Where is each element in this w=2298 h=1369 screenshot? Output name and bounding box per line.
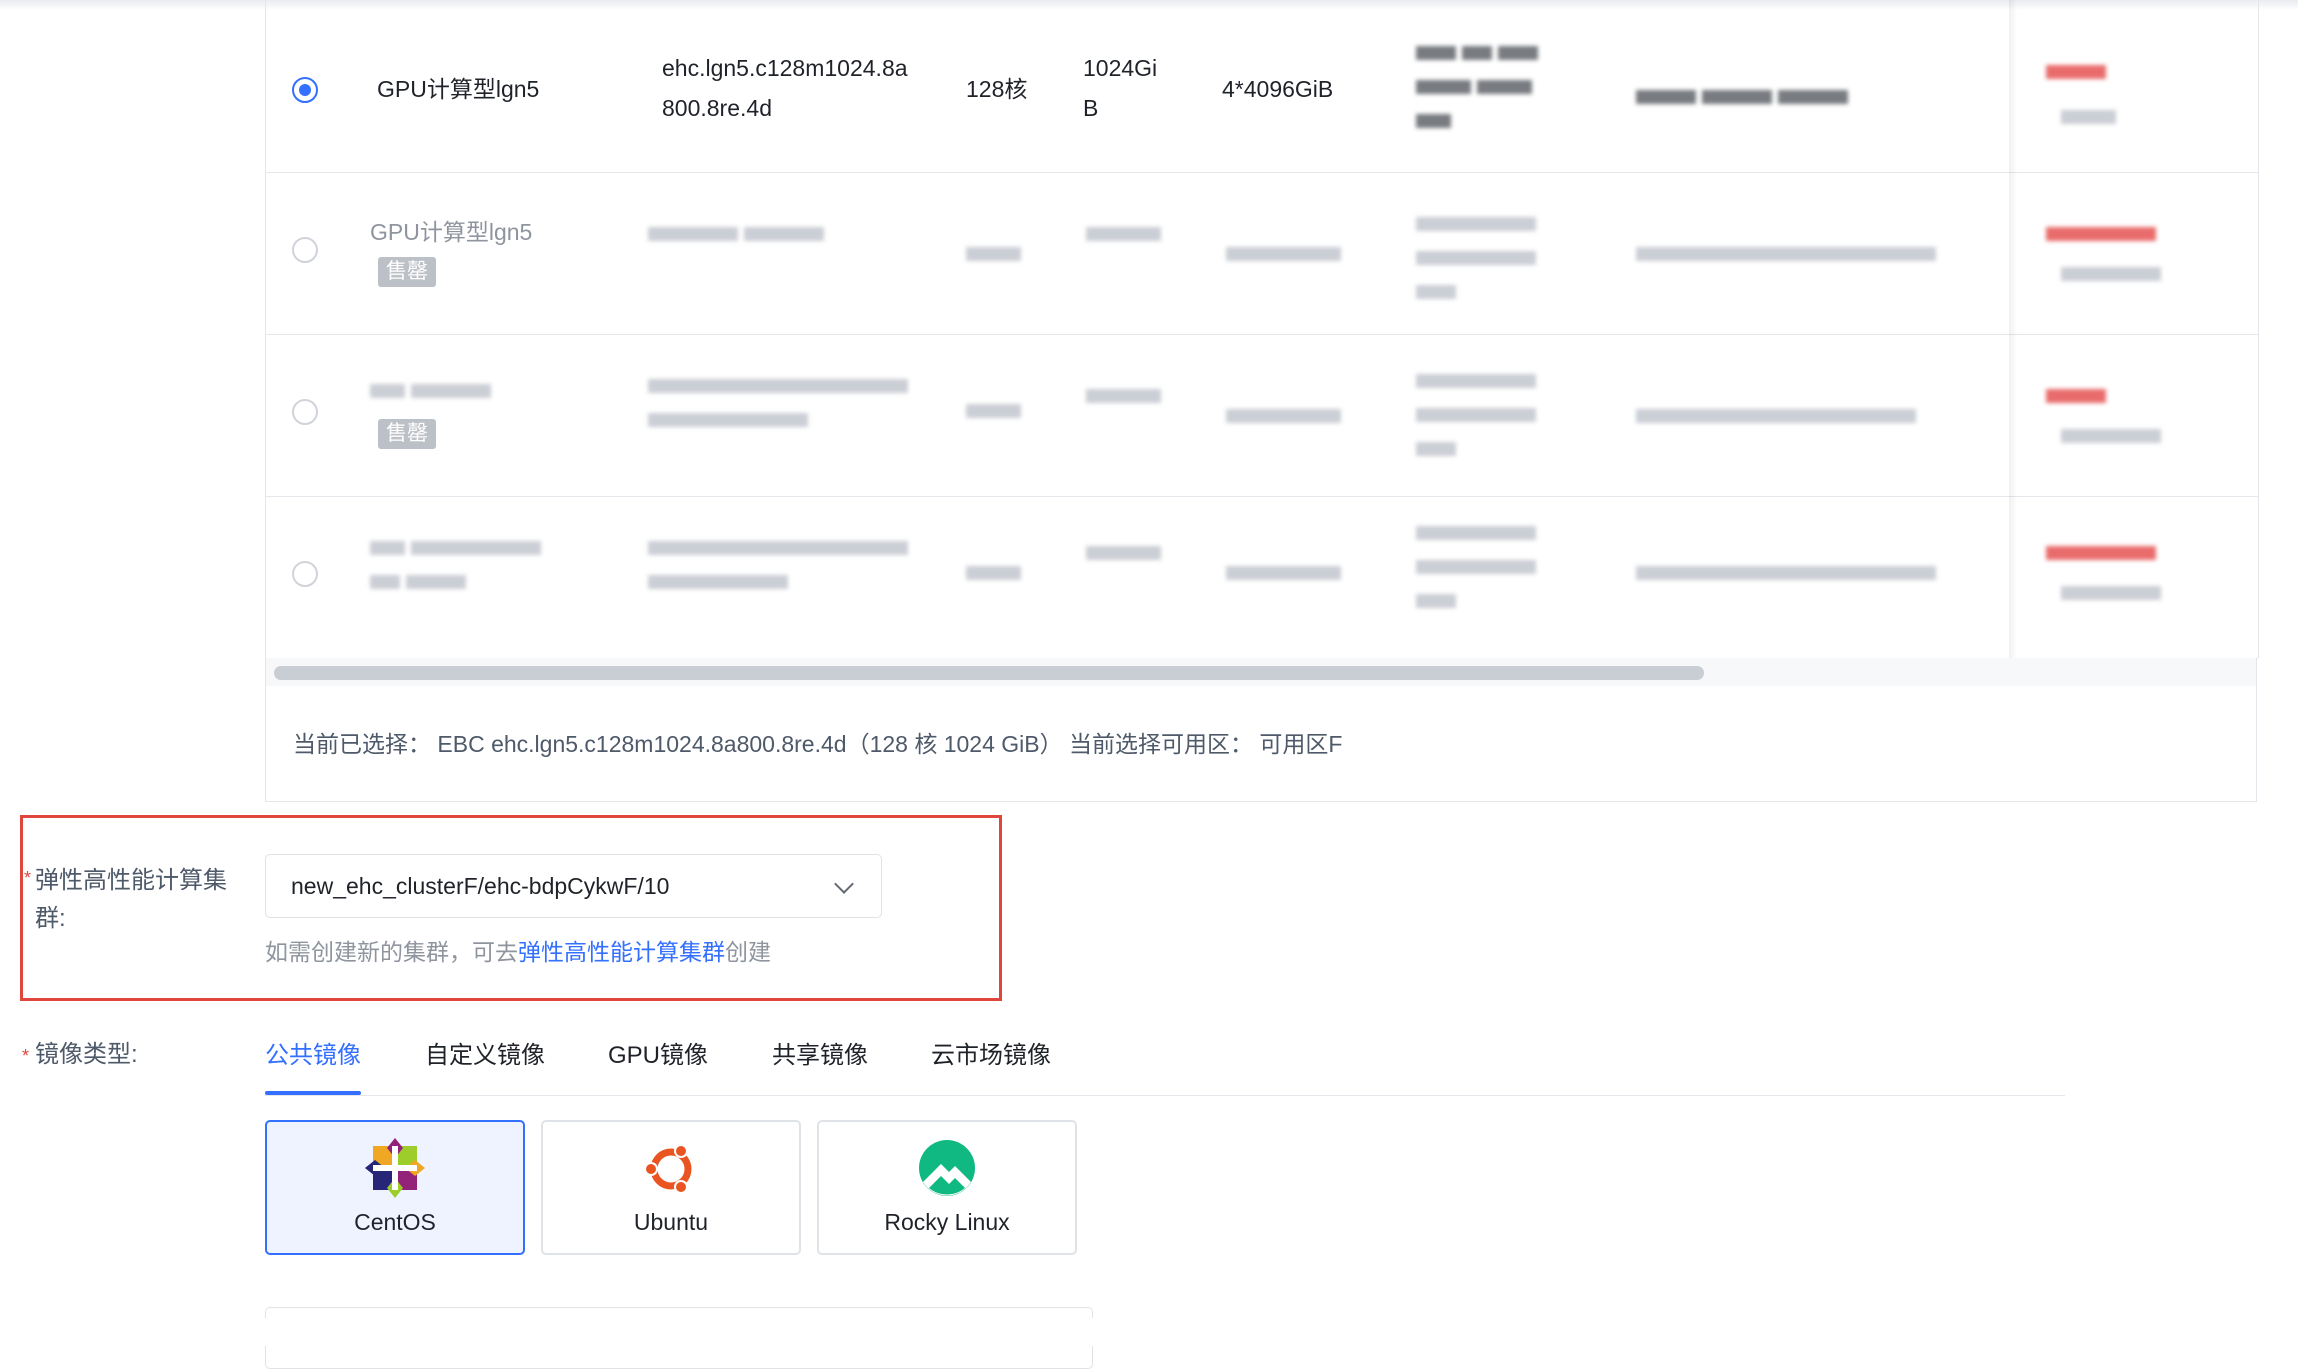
required-mark: * (24, 868, 32, 888)
redacted-text (648, 379, 908, 427)
cluster-select[interactable]: new_ehc_clusterF/ehc-bdpCykwF/10 (265, 854, 882, 918)
redacted-price (2061, 586, 2161, 600)
redacted-text (370, 541, 541, 589)
flavor-memory-line1: 1024Gi (1083, 55, 1158, 81)
flavor-memory: 1024Gi B (1083, 48, 1157, 128)
viewport-bottom-edge (0, 1318, 2298, 1346)
redacted-price (2046, 227, 2156, 241)
redacted-text (1416, 46, 1538, 128)
tab-custom-image[interactable]: 自定义镜像 (425, 1033, 545, 1079)
cluster-label: 弹性高性能计算集 群: (35, 862, 227, 938)
flavor-table-body: GPU计算型lgn5 ehc.lgn5.c128m1024.8a 800.8re… (265, 0, 2259, 659)
redacted-text (966, 247, 1021, 261)
table-row[interactable]: GPU计算型lgn5 售罄 (266, 172, 2258, 335)
redacted-price (2046, 546, 2156, 560)
redacted-text (1226, 566, 1341, 580)
cluster-hint-prefix: 如需创建新的集群，可去 (265, 939, 518, 965)
centos-icon (365, 1138, 425, 1198)
cluster-hint: 如需创建新的集群，可去弹性高性能计算集群创建 (265, 932, 771, 972)
flavor-name: GPU计算型lgn5 (370, 219, 533, 245)
redacted-price (2061, 110, 2116, 124)
redacted-text (1226, 247, 1341, 261)
tab-marketplace-image[interactable]: 云市场镜像 (931, 1033, 1051, 1079)
os-card-centos[interactable]: CentOS (265, 1120, 525, 1255)
cluster-hint-suffix: 创建 (725, 939, 771, 965)
create-cluster-link[interactable]: 弹性高性能计算集群 (518, 939, 725, 965)
horizontal-scrollbar[interactable] (265, 658, 2257, 686)
os-label: CentOS (354, 1209, 436, 1235)
redacted-text (1416, 526, 1536, 608)
scrollbar-thumb[interactable] (274, 666, 1704, 680)
cluster-label-line2: 群: (35, 905, 66, 932)
sold-out-badge: 售罄 (378, 257, 436, 287)
os-label: Rocky Linux (884, 1209, 1010, 1235)
redacted-price (2046, 65, 2106, 79)
rocky-linux-icon (919, 1140, 975, 1196)
flavor-vcpu: 128核 (966, 76, 1028, 102)
flavor-name: GPU计算型lgn5 (377, 76, 540, 102)
redacted-text (1086, 389, 1161, 403)
redacted-text (1636, 566, 1936, 580)
flavor-radio[interactable] (292, 77, 318, 103)
required-mark: * (22, 1046, 30, 1066)
flavor-spec: ehc.lgn5.c128m1024.8a 800.8re.4d (662, 48, 908, 128)
flavor-table: GPU计算型lgn5 ehc.lgn5.c128m1024.8a 800.8re… (265, 0, 2259, 686)
sold-out-badge: 售罄 (378, 419, 436, 449)
image-type-tabs: 公共镜像 自定义镜像 GPU镜像 共享镜像 云市场镜像 (265, 1033, 2065, 1096)
redacted-price (2061, 267, 2161, 281)
flavor-spec-line2: 800.8re.4d (662, 95, 772, 121)
redacted-text (1636, 409, 1916, 423)
flavor-disk: 4*4096GiB (1222, 76, 1334, 102)
os-card-rocky-linux[interactable]: Rocky Linux (817, 1120, 1077, 1255)
redacted-text (1416, 374, 1536, 456)
redacted-text (370, 384, 491, 398)
tab-shared-image[interactable]: 共享镜像 (772, 1033, 868, 1079)
fixed-column-shadow (2009, 0, 2017, 658)
flavor-memory-line2: B (1083, 95, 1099, 121)
chevron-down-icon (834, 874, 854, 894)
redacted-price (2046, 389, 2106, 403)
flavor-radio[interactable] (292, 399, 318, 425)
tab-gpu-image[interactable]: GPU镜像 (608, 1033, 708, 1079)
table-row[interactable]: GPU计算型lgn5 ehc.lgn5.c128m1024.8a 800.8re… (266, 10, 2258, 173)
table-row[interactable]: 售罄 (266, 334, 2258, 497)
table-row[interactable] (266, 496, 2258, 659)
flavor-radio[interactable] (292, 561, 318, 587)
redacted-text (1086, 546, 1161, 560)
redacted-price (2061, 429, 2161, 443)
cluster-select-value: new_ehc_clusterF/ehc-bdpCykwF/10 (291, 873, 670, 899)
redacted-text (966, 566, 1021, 580)
redacted-text (1636, 90, 1848, 104)
selection-summary: 当前已选择： EBC ehc.lgn5.c128m1024.8a800.8re.… (265, 686, 2257, 802)
flavor-radio[interactable] (292, 237, 318, 263)
redacted-text (1086, 227, 1161, 241)
os-label: Ubuntu (633, 1209, 709, 1235)
flavor-spec-line1: ehc.lgn5.c128m1024.8a (662, 55, 908, 81)
tab-public-image[interactable]: 公共镜像 (265, 1033, 361, 1095)
os-card-ubuntu[interactable]: Ubuntu (541, 1120, 801, 1255)
redacted-text (648, 541, 908, 589)
redacted-text (966, 404, 1021, 418)
redacted-text (1636, 247, 1936, 261)
ubuntu-icon (644, 1144, 692, 1194)
redacted-text (1416, 217, 1536, 299)
cluster-label-line1: 弹性高性能计算集 (35, 867, 227, 894)
redacted-text (648, 227, 824, 241)
image-type-label: 镜像类型: (35, 1041, 138, 1068)
redacted-text (1226, 409, 1341, 423)
